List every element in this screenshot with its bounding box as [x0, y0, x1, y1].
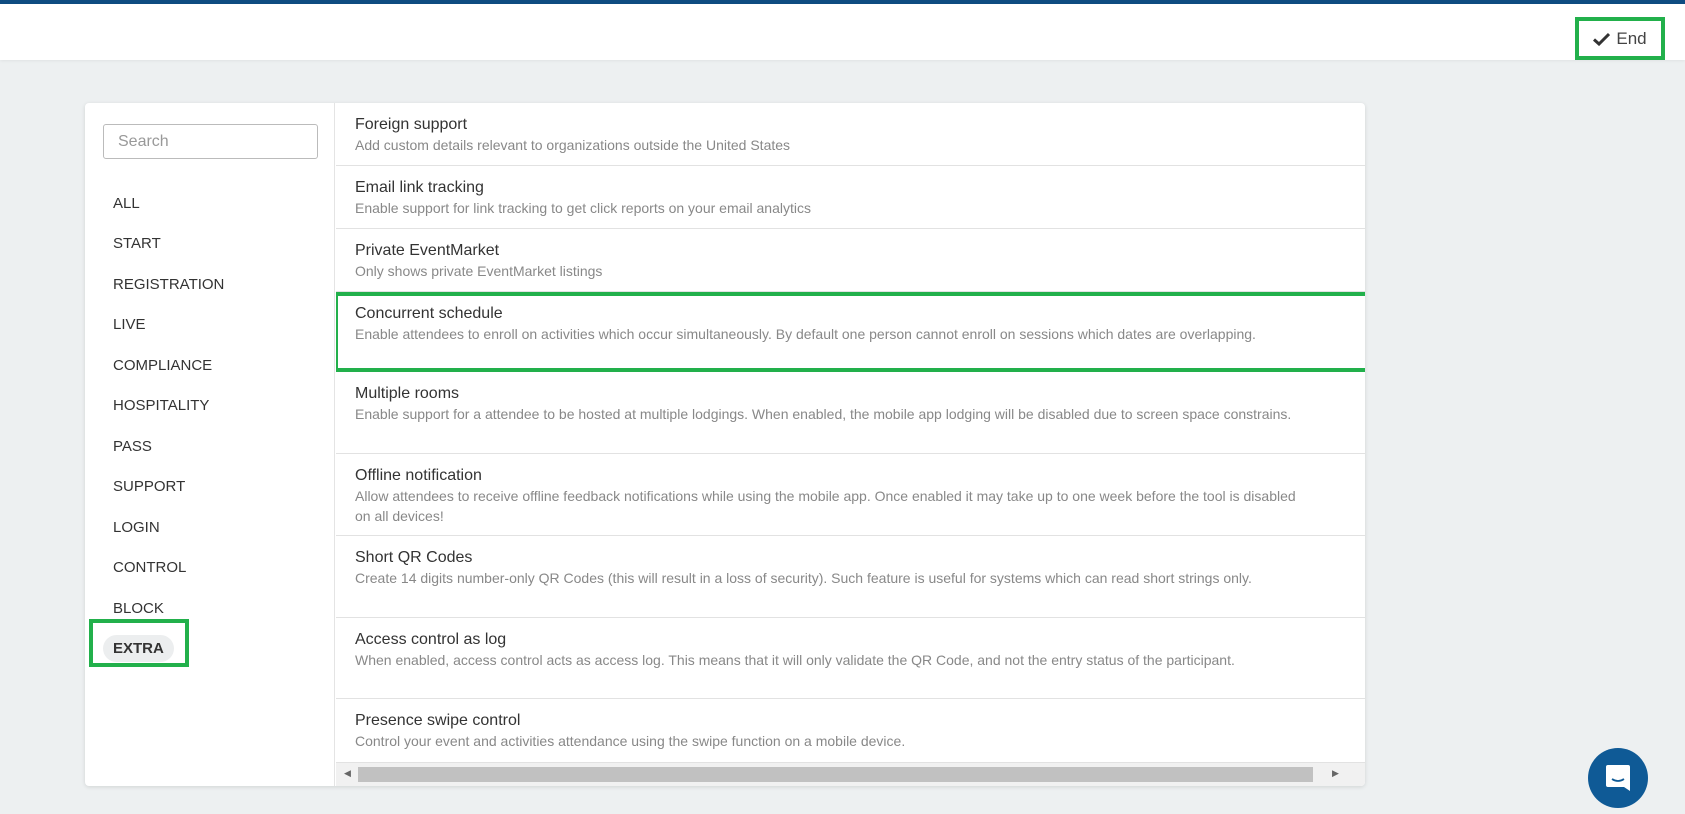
- feature-title: Access control as log: [355, 631, 507, 648]
- feature-row: Email link tracking Enable support for li…: [336, 166, 1365, 229]
- sidebar-item-label: COMPLIANCE: [113, 356, 213, 374]
- sidebar-item-login[interactable]: LOGIN: [85, 507, 335, 548]
- header: End: [0, 4, 1685, 60]
- sidebar-item-control[interactable]: CONTROL: [85, 548, 335, 589]
- feature-description: Enable attendees to enroll on activities…: [355, 326, 1256, 342]
- scroll-right-icon[interactable]: ▶: [1326, 768, 1345, 779]
- feature-title: Foreign support: [355, 116, 468, 133]
- feature-row: Presence swipe control Control your event…: [336, 699, 1365, 763]
- feature-row: Concurrent schedule Enable attendees to e…: [336, 292, 1365, 372]
- sidebar-item-label: CONTROL: [113, 559, 187, 577]
- feature-row: Offline notification Allow attendees to r…: [336, 454, 1365, 536]
- sidebar-item-label: LOGIN: [113, 518, 160, 536]
- feature-row: Private EventMarket Only shows private Ev…: [336, 229, 1365, 292]
- feature-title: Multiple rooms: [355, 385, 460, 402]
- chat-icon: [1606, 765, 1630, 791]
- feature-row: Foreign support Add custom details releva…: [336, 103, 1365, 166]
- sidebar-item-compliance[interactable]: COMPLIANCE: [85, 345, 335, 386]
- extra-highlight: [89, 619, 189, 667]
- check-icon: [1593, 32, 1611, 46]
- feature-title: Concurrent schedule: [355, 305, 503, 322]
- sidebar-item-label: LIVE: [113, 316, 146, 334]
- feature-description: When enabled, access control acts as acc…: [355, 652, 1235, 668]
- horizontal-scroll-thumb[interactable]: [358, 767, 1313, 782]
- sidebar-item-label: ALL: [113, 194, 140, 212]
- feature-row: Access control as log When enabled, acces…: [336, 618, 1365, 699]
- feature-description: Control your event and activities attend…: [355, 733, 906, 749]
- sidebar-item-start[interactable]: START: [85, 224, 335, 265]
- feature-description: Only shows private EventMarket listings: [355, 263, 603, 279]
- end-label: End: [1616, 28, 1647, 48]
- horizontal-scrollbar[interactable]: ◀ ▶: [336, 763, 1365, 786]
- sidebar-item-label: HOSPITALITY: [113, 397, 210, 415]
- feature-description: Enable support for a attendee to be host…: [355, 406, 1292, 422]
- feature-title: Offline notification: [355, 467, 482, 484]
- feature-description: Create 14 digits number-only QR Codes (t…: [355, 570, 1252, 586]
- sidebar-item-pass[interactable]: PASS: [85, 426, 335, 467]
- sidebar-item-label: START: [113, 235, 161, 253]
- feature-title: Private EventMarket: [355, 242, 500, 259]
- feature-description: Enable support for link tracking to get …: [355, 200, 811, 216]
- sidebar-item-support[interactable]: SUPPORT: [85, 467, 335, 508]
- sidebar-item-live[interactable]: LIVE: [85, 305, 335, 346]
- feature-row: Multiple rooms Enable support for a atten…: [336, 372, 1365, 454]
- feature-description: Add custom details relevant to organizat…: [355, 137, 791, 153]
- sidebar-item-hospitality[interactable]: HOSPITALITY: [85, 386, 335, 427]
- sidebar-item-label: BLOCK: [113, 599, 164, 617]
- feature-title: Short QR Codes: [355, 549, 473, 566]
- sidebar-item-registration[interactable]: REGISTRATION: [85, 264, 335, 305]
- search-input[interactable]: [103, 124, 318, 159]
- scroll-left-icon[interactable]: ◀: [338, 768, 357, 779]
- feature-title: Presence swipe control: [355, 712, 521, 729]
- sidebar-item-all[interactable]: ALL: [85, 183, 335, 224]
- end-button[interactable]: End: [1575, 17, 1665, 60]
- sidebar-item-label: REGISTRATION: [113, 275, 225, 293]
- sidebar-item-label: SUPPORT: [113, 478, 186, 496]
- sidebar-item-label: PASS: [113, 437, 152, 455]
- feature-description: Allow attendees to receive offline feedb…: [355, 488, 1296, 524]
- category-nav: ALL START REGISTRATION LIVE COMPLIANCE HOSPIT…: [85, 183, 335, 669]
- feature-title: Email link tracking: [355, 179, 484, 196]
- chat-button[interactable]: [1588, 748, 1648, 808]
- settings-panel: ALL START REGISTRATION LIVE COMPLIANCE HOSPIT…: [85, 103, 1365, 786]
- feature-row: Short QR Codes Create 14 digits number-on…: [336, 536, 1365, 618]
- sidebar: ALL START REGISTRATION LIVE COMPLIANCE HOSPIT…: [85, 103, 335, 786]
- feature-list: Foreign support Add custom details releva…: [336, 103, 1365, 763]
